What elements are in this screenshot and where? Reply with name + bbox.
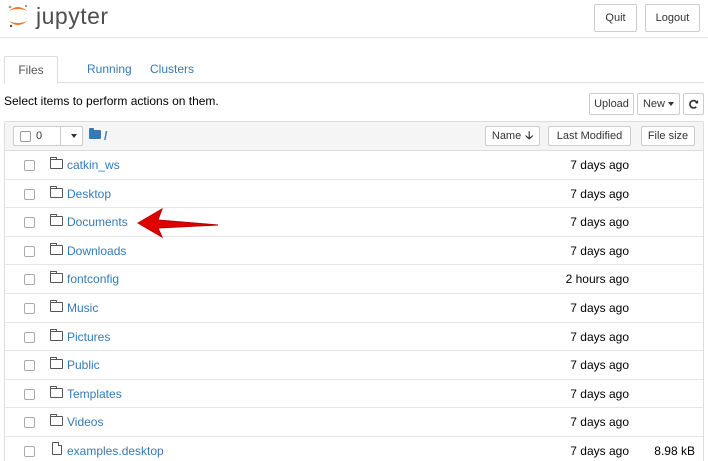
upload-button[interactable]: Upload [589, 93, 634, 115]
list-item[interactable]: Music 7 days ago [5, 294, 703, 323]
item-size: 8.98 kB [654, 443, 695, 458]
tab-running[interactable]: Running [74, 56, 145, 83]
select-menu-caret-icon[interactable] [71, 134, 77, 138]
item-modified: 7 days ago [570, 358, 629, 373]
jupyter-logo[interactable]: jupyter [6, 2, 109, 30]
item-name-link[interactable]: examples.desktop [67, 444, 164, 458]
item-name-link[interactable]: Templates [67, 387, 122, 401]
list-item[interactable]: Desktop 7 days ago [5, 180, 703, 209]
row-checkbox[interactable] [24, 160, 35, 171]
sort-arrow-down-icon: 🡣 [525, 129, 534, 142]
selected-count: 0 [36, 130, 43, 142]
jupyter-logo-icon [8, 5, 27, 28]
logout-button[interactable]: Logout [645, 4, 700, 32]
tab-bar: Files Running Clusters [4, 56, 704, 84]
select-all-checkbox[interactable] [20, 131, 31, 142]
list-item[interactable]: Videos 7 days ago [5, 408, 703, 437]
list-item[interactable]: Downloads 7 days ago [5, 237, 703, 266]
quit-button[interactable]: Quit [594, 4, 637, 32]
row-checkbox[interactable] [24, 388, 35, 400]
row-checkbox[interactable] [24, 360, 35, 372]
item-modified: 7 days ago [570, 386, 629, 401]
row-checkbox[interactable] [24, 445, 35, 457]
row-checkbox[interactable] [24, 245, 35, 257]
folder-icon [50, 185, 63, 198]
new-dropdown-button[interactable]: New [637, 93, 680, 115]
row-checkbox[interactable] [24, 302, 35, 314]
folder-icon [50, 414, 63, 427]
divider [60, 127, 61, 145]
item-modified: 2 hours ago [565, 272, 629, 287]
sort-name-button[interactable]: Name 🡣 [485, 126, 540, 146]
logo-text: jupyter [36, 2, 109, 29]
list-item[interactable]: Public 7 days ago [5, 351, 703, 380]
selection-hint: Select items to perform actions on them. [4, 94, 219, 108]
item-name-link[interactable]: Music [67, 301, 98, 315]
file-icon [52, 441, 62, 455]
file-list: 0 / Name 🡣 Last Modified File size catki… [4, 121, 704, 461]
folder-icon [50, 357, 63, 370]
folder-icon [50, 271, 63, 284]
folder-icon [50, 299, 63, 312]
home-folder-icon[interactable] [89, 128, 101, 139]
row-checkbox[interactable] [24, 274, 35, 286]
item-modified: 7 days ago [570, 415, 629, 430]
item-modified: 7 days ago [570, 243, 629, 258]
item-modified: 7 days ago [570, 215, 629, 230]
header-bar: jupyter Quit Logout [0, 0, 708, 38]
refresh-icon [689, 99, 699, 109]
sort-name-label: Name [491, 130, 522, 142]
item-modified: 7 days ago [570, 186, 629, 201]
row-checkbox[interactable] [24, 188, 35, 200]
folder-icon [50, 242, 63, 255]
sort-file-size-button[interactable]: File size [641, 126, 695, 146]
select-all-control[interactable]: 0 [13, 126, 83, 146]
folder-icon [50, 214, 63, 227]
row-checkbox[interactable] [24, 217, 35, 229]
item-name-link[interactable]: Public [67, 358, 100, 372]
list-item[interactable]: examples.desktop 7 days ago 8.98 kB [5, 437, 703, 461]
item-modified: 7 days ago [570, 443, 629, 458]
tab-files[interactable]: Files [4, 56, 58, 84]
item-name-link[interactable]: Videos [67, 415, 103, 429]
list-item[interactable]: Documents 7 days ago [5, 208, 703, 237]
new-label: New [642, 98, 665, 110]
item-name-link[interactable]: fontconfig [67, 272, 119, 286]
list-item[interactable]: catkin_ws 7 days ago [5, 151, 703, 180]
folder-icon [50, 157, 63, 169]
list-item[interactable]: Pictures 7 days ago [5, 323, 703, 352]
red-arrow-annotation-icon [137, 207, 219, 239]
item-modified: 7 days ago [570, 329, 629, 344]
row-checkbox[interactable] [24, 417, 35, 429]
item-name-link[interactable]: catkin_ws [67, 158, 120, 172]
item-modified: 7 days ago [570, 158, 629, 172]
breadcrumb-root[interactable]: / [104, 129, 107, 143]
list-item[interactable]: fontconfig 2 hours ago [5, 265, 703, 294]
folder-icon [50, 328, 63, 341]
caret-down-icon [668, 102, 674, 106]
item-modified: 7 days ago [570, 300, 629, 315]
folder-icon [50, 385, 63, 398]
sort-last-modified-button[interactable]: Last Modified [548, 126, 631, 146]
item-name-link[interactable]: Documents [67, 215, 128, 229]
item-name-link[interactable]: Downloads [67, 244, 126, 258]
item-name-link[interactable]: Desktop [67, 187, 111, 201]
refresh-button[interactable] [683, 93, 704, 115]
list-item[interactable]: Templates 7 days ago [5, 380, 703, 409]
row-checkbox[interactable] [24, 331, 35, 343]
tab-clusters[interactable]: Clusters [137, 56, 207, 83]
file-list-header: 0 / Name 🡣 Last Modified File size [5, 122, 703, 151]
item-name-link[interactable]: Pictures [67, 330, 110, 344]
